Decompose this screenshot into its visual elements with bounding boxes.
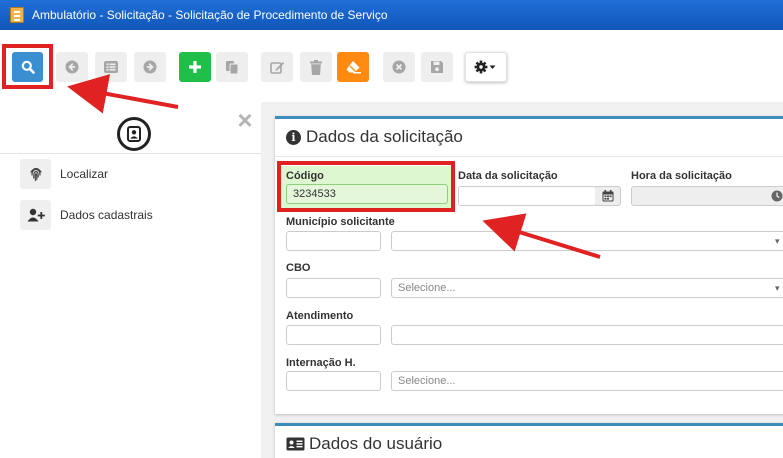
eraser-button[interactable]: [337, 52, 369, 82]
close-icon[interactable]: ×: [235, 107, 255, 133]
request-panel-title: i Dados da solicitação: [286, 127, 463, 147]
atendimento-field[interactable]: [391, 325, 783, 345]
cbo-label: CBO: [286, 262, 311, 274]
internacao-label: Internação H.: [286, 357, 356, 369]
copy-icon: [226, 60, 239, 74]
user-plus-icon: [20, 200, 51, 230]
save-button[interactable]: [421, 52, 453, 82]
calendar-button[interactable]: [595, 186, 621, 206]
codigo-highlight-box: [277, 161, 455, 212]
eraser-icon: [346, 61, 361, 74]
cancel-button[interactable]: [383, 52, 415, 82]
app-icon: [10, 7, 24, 23]
arrow-right-circle-icon: [143, 60, 157, 74]
chevron-down-icon: ▾: [775, 283, 780, 293]
sidebar-divider: [0, 153, 261, 154]
contact-card-icon: [117, 117, 151, 151]
user-panel-title: Dados do usuário: [286, 434, 442, 454]
user-panel-title-text: Dados do usuário: [309, 434, 443, 453]
info-circle-icon: i: [286, 129, 301, 145]
arrow-left-circle-icon: [65, 60, 79, 74]
user-panel: Dados do usuário: [275, 423, 783, 458]
times-circle-icon: [392, 60, 406, 74]
id-card-icon: [286, 437, 305, 451]
internacao-code-field[interactable]: [286, 371, 381, 391]
user-plus-glyph: [27, 208, 45, 222]
clock-icon: [771, 190, 782, 202]
fingerprint-glyph: [29, 167, 42, 182]
add-button[interactable]: [179, 52, 211, 82]
delete-button[interactable]: [300, 52, 332, 82]
prev-button[interactable]: [56, 52, 88, 82]
sidebar-item-label: Localizar: [60, 167, 109, 181]
contact-card-glyph: [127, 126, 141, 142]
hora-field: [631, 186, 768, 206]
search-highlight-box: [2, 44, 53, 89]
fingerprint-icon: [20, 159, 51, 189]
cbo-code-field[interactable]: [286, 278, 381, 298]
internacao-select[interactable]: Selecione...: [391, 371, 783, 391]
municipio-label: Município solicitante: [286, 216, 395, 228]
gear-caret-icon: [474, 60, 496, 74]
cbo-select[interactable]: Selecione...: [391, 278, 783, 298]
settings-button[interactable]: [465, 52, 507, 82]
municipio-select[interactable]: [391, 231, 783, 251]
data-label: Data da solicitação: [458, 170, 558, 182]
plus-icon: [189, 61, 201, 73]
trash-icon: [310, 59, 322, 75]
list-icon: [104, 61, 118, 73]
sidebar-item-localizar[interactable]: Localizar: [20, 159, 250, 189]
data-field[interactable]: [458, 186, 596, 206]
save-icon: [431, 61, 443, 73]
calendar-icon: [602, 190, 613, 202]
municipio-code-field[interactable]: [286, 231, 381, 251]
panel-divider: [275, 156, 783, 157]
copy-button[interactable]: [216, 52, 248, 82]
app-window: Ambulatório - Solicitação - Solicitação …: [0, 0, 783, 458]
atendimento-code-field[interactable]: [286, 325, 381, 345]
sidebar: × Localizar Dados cadastrais: [0, 102, 261, 458]
edit-button[interactable]: [261, 52, 293, 82]
hora-label: Hora da solicitação: [631, 170, 732, 182]
window-title: Ambulatório - Solicitação - Solicitação …: [32, 8, 388, 22]
sidebar-item-label: Dados cadastrais: [60, 208, 153, 222]
edit-icon: [269, 61, 284, 74]
atendimento-label: Atendimento: [286, 310, 354, 322]
request-panel-title-text: Dados da solicitação: [306, 127, 463, 146]
title-bar: Ambulatório - Solicitação - Solicitação …: [0, 0, 783, 30]
sidebar-item-dados-cadastrais[interactable]: Dados cadastrais: [20, 200, 250, 230]
next-button[interactable]: [134, 52, 166, 82]
list-button[interactable]: [95, 52, 127, 82]
chevron-down-icon: ▾: [775, 236, 780, 246]
toolbar: [0, 30, 783, 102]
clock-button: [767, 186, 783, 206]
